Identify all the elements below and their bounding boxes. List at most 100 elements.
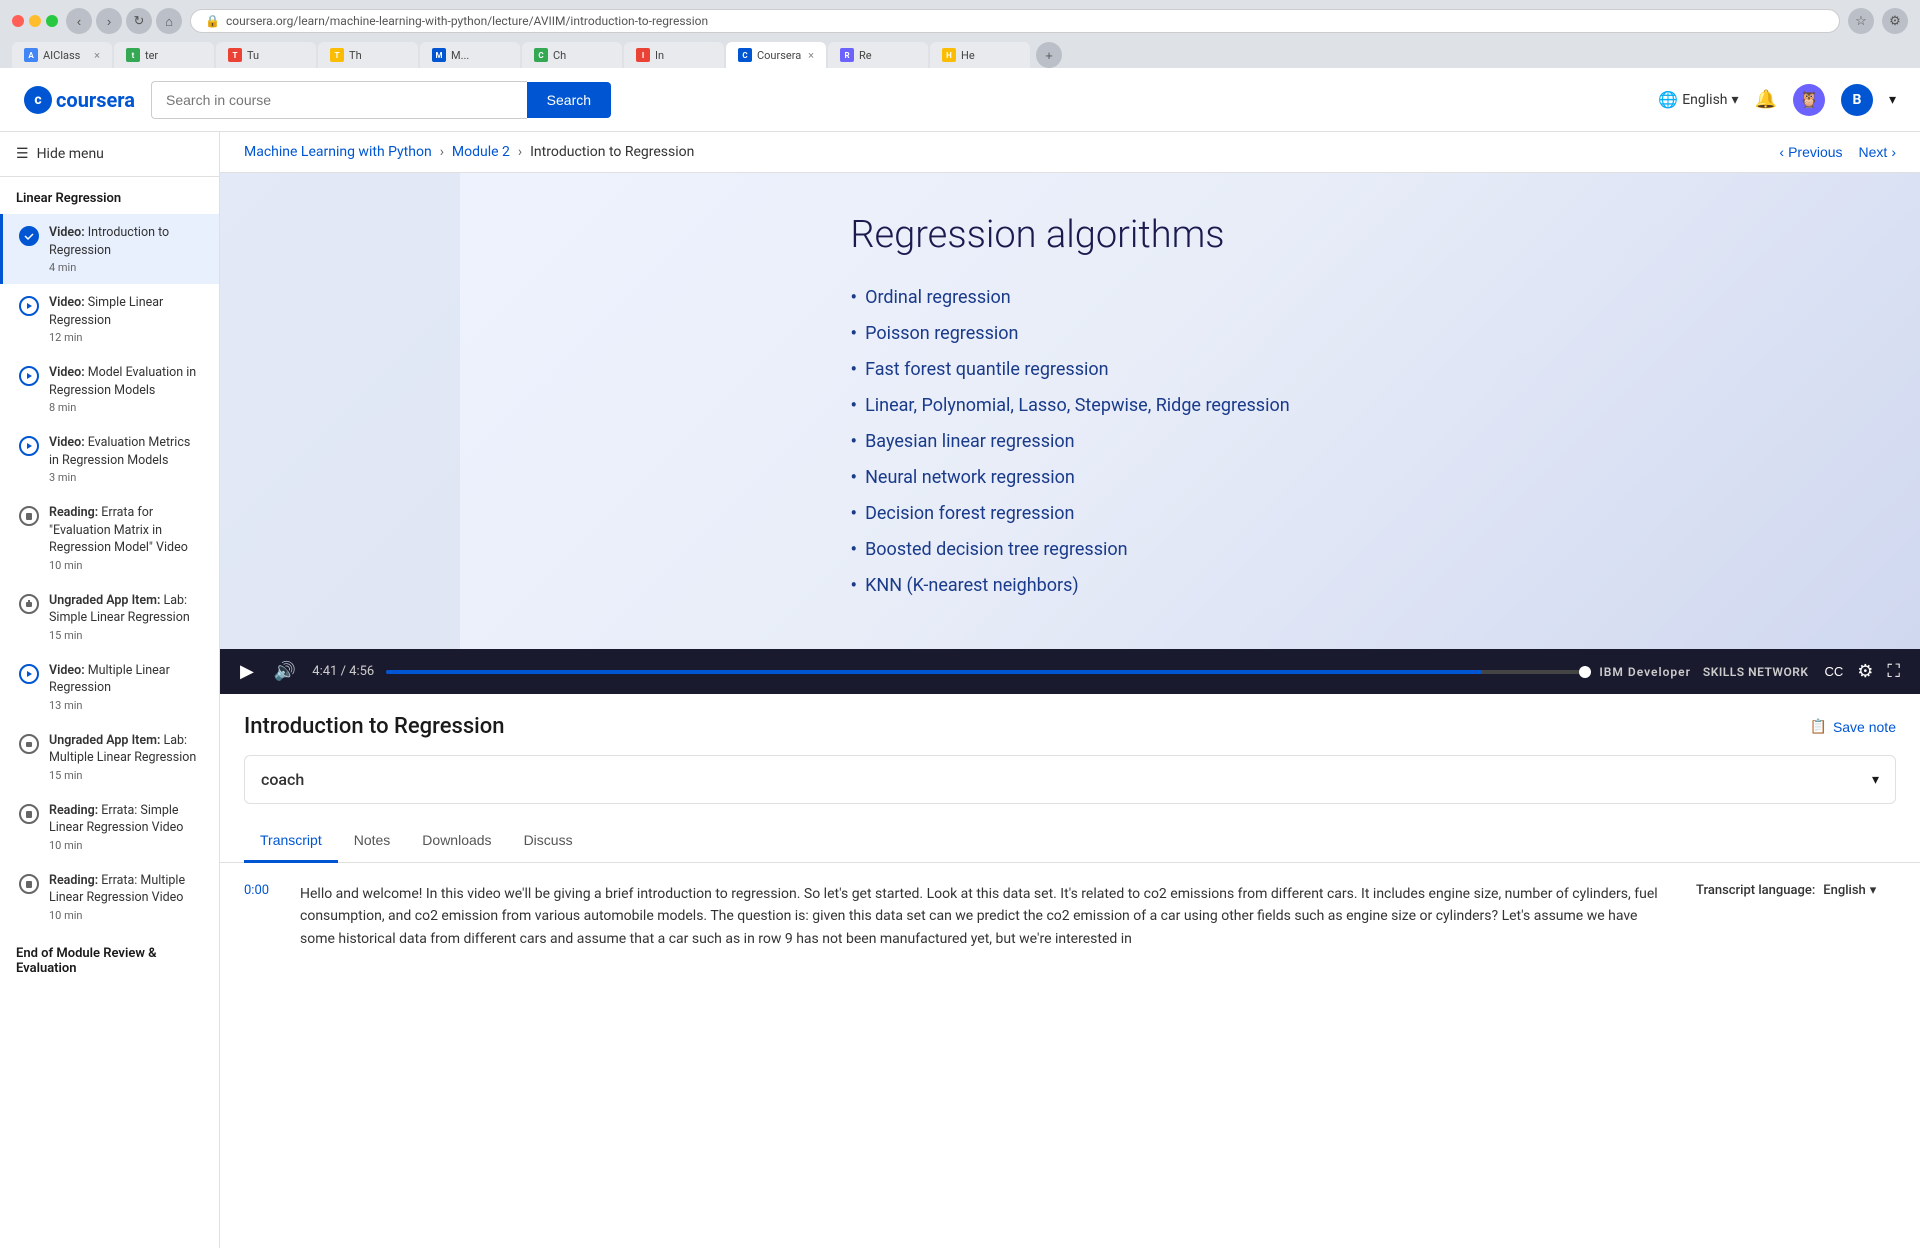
sidebar-item-multiple-linear[interactable]: Video: Multiple Linear Regression 13 min (0, 652, 219, 722)
slide-overlay (220, 173, 460, 649)
sidebar-item-content: Video: Multiple Linear Regression 13 min (49, 662, 203, 712)
sidebar-item-model-evaluation[interactable]: Video: Model Evaluation in Regression Mo… (0, 354, 219, 424)
tab-transcript[interactable]: Transcript (244, 820, 338, 863)
browser-tab-th[interactable]: T Th (318, 42, 418, 68)
sidebar-item-intro-regression[interactable]: Video: Introduction to Regression 4 min (0, 214, 219, 284)
transcript-sidebar: Transcript language: English ▾ (1696, 883, 1896, 958)
breadcrumb-module[interactable]: Module 2 (452, 144, 510, 160)
close-window-button[interactable] (12, 15, 24, 27)
browser-home-button[interactable]: ⌂ (156, 8, 182, 34)
hide-menu-label: Hide menu (37, 146, 104, 162)
browser-tab-in[interactable]: I In (624, 42, 724, 68)
tab-favicon: T (330, 48, 344, 62)
sidebar-item-content: Reading: Errata for "Evaluation Matrix i… (49, 504, 203, 572)
sidebar-item-eval-metrics[interactable]: Video: Evaluation Metrics in Regression … (0, 424, 219, 494)
extensions-button[interactable]: ⚙ (1882, 8, 1908, 34)
sidebar-item-title: Ungraded App Item: Lab: Multiple Linear … (49, 732, 203, 767)
previous-button[interactable]: ‹ Previous (1779, 144, 1842, 160)
transcript-language: Transcript language: English ▾ (1696, 883, 1896, 898)
sidebar-item-duration: 12 min (49, 331, 203, 344)
sidebar-item-lab-simple[interactable]: Ungraded App Item: Lab: Simple Linear Re… (0, 582, 219, 652)
hide-menu-button[interactable]: ☰ Hide menu (0, 132, 219, 177)
address-bar[interactable]: 🔒 coursera.org/learn/machine-learning-wi… (190, 9, 1840, 33)
progress-bar[interactable] (386, 670, 1587, 674)
sidebar-item-title: Video: Model Evaluation in Regression Mo… (49, 364, 203, 399)
tab-favicon: T (228, 48, 242, 62)
tab-downloads[interactable]: Downloads (406, 820, 507, 863)
fullscreen-button[interactable]: ⛶ (1883, 659, 1904, 684)
sidebar-item-content: Reading: Errata: Multiple Linear Regress… (49, 872, 203, 922)
browser-forward-button[interactable]: › (96, 8, 122, 34)
maximize-window-button[interactable] (46, 15, 58, 27)
user-avatar[interactable]: B (1841, 84, 1873, 116)
sidebar-item-content: Video: Simple Linear Regression 12 min (49, 294, 203, 344)
volume-button[interactable]: 🔊 (270, 659, 300, 684)
bookmark-icon: 📋 (1810, 718, 1827, 735)
chevron-down-icon[interactable]: ▾ (1870, 883, 1877, 898)
bookmark-button[interactable]: ☆ (1848, 8, 1874, 34)
browser-tab-tu[interactable]: T Tu (216, 42, 316, 68)
transcript-entry: 0:00 Hello and welcome! In this video we… (244, 883, 1664, 950)
save-note-button[interactable]: 📋 Save note (1810, 718, 1897, 735)
language-selector[interactable]: 🌐 English ▾ (1658, 90, 1738, 109)
sidebar-item-title: Reading: Errata: Simple Linear Regressio… (49, 802, 203, 837)
skills-watermark: SKILLS NETWORK (1703, 665, 1809, 679)
browser-back-button[interactable]: ‹ (66, 8, 92, 34)
tab-discuss[interactable]: Discuss (508, 820, 589, 863)
browser-tab-m[interactable]: M M... (420, 42, 520, 68)
tab-favicon: H (942, 48, 956, 62)
browser-refresh-button[interactable]: ↻ (126, 8, 152, 34)
breadcrumb-course[interactable]: Machine Learning with Python (244, 144, 432, 160)
transcript-time[interactable]: 0:00 (244, 883, 284, 950)
cc-button[interactable]: CC (1820, 659, 1847, 684)
logo-text: coursera (56, 88, 135, 112)
browser-tab-coursera[interactable]: C Coursera × (726, 42, 826, 68)
sidebar-item-title: Reading: Errata for "Evaluation Matrix i… (49, 504, 203, 557)
slide-list-item: Neural network regression (850, 465, 1289, 489)
sidebar-item-content: Ungraded App Item: Lab: Simple Linear Re… (49, 592, 203, 642)
next-button[interactable]: Next › (1859, 144, 1896, 160)
settings-button[interactable]: ⚙ (1853, 659, 1877, 684)
coach-label: coach (261, 770, 304, 789)
tab-notes[interactable]: Notes (338, 820, 407, 863)
reading-icon (19, 506, 39, 526)
chevron-down-icon: ▾ (1732, 92, 1739, 108)
slide-list-item: Linear, Polynomial, Lasso, Stepwise, Rid… (850, 393, 1289, 417)
header-right: 🌐 English ▾ 🔔 🦉 B ▾ (1658, 84, 1896, 116)
browser-tab-hc[interactable]: H He (930, 42, 1030, 68)
browser-tab-aiclass[interactable]: A AIClass × (12, 42, 112, 68)
sidebar-item-title: Ungraded App Item: Lab: Simple Linear Re… (49, 592, 203, 627)
video-title: Introduction to Regression (244, 714, 505, 739)
breadcrumb-nav: ‹ Previous Next › (1779, 144, 1896, 160)
user-menu-chevron[interactable]: ▾ (1889, 92, 1896, 108)
sidebar-item-content: Video: Model Evaluation in Regression Mo… (49, 364, 203, 414)
sidebar-item-errata-multiple[interactable]: Reading: Errata: Multiple Linear Regress… (0, 862, 219, 932)
coach-section[interactable]: coach ▾ (244, 755, 1896, 804)
video-icon (19, 366, 39, 386)
tab-close-icon[interactable]: × (94, 49, 100, 62)
avatar-owl[interactable]: 🦉 (1793, 84, 1825, 116)
sidebar-item-lab-multiple[interactable]: Ungraded App Item: Lab: Multiple Linear … (0, 722, 219, 792)
sidebar-item-errata-simple[interactable]: Reading: Errata: Simple Linear Regressio… (0, 792, 219, 862)
sidebar-section-title: Linear Regression (0, 177, 219, 214)
browser-tab-ch[interactable]: C Ch (522, 42, 622, 68)
browser-nav-buttons: ‹ › ↻ ⌂ (66, 8, 182, 34)
search-input[interactable] (151, 81, 527, 119)
coursera-logo[interactable]: c coursera (24, 86, 135, 114)
browser-tab-re[interactable]: R Re (828, 42, 928, 68)
browser-tab-ter[interactable]: t ter (114, 42, 214, 68)
search-button[interactable]: Search (527, 82, 611, 118)
new-tab-button[interactable]: + (1036, 42, 1062, 68)
slide-list-item: Ordinal regression (850, 285, 1289, 309)
language-label: English (1682, 92, 1727, 108)
sidebar-item-simple-linear[interactable]: Video: Simple Linear Regression 12 min (0, 284, 219, 354)
minimize-window-button[interactable] (29, 15, 41, 27)
sidebar-item-errata-eval[interactable]: Reading: Errata for "Evaluation Matrix i… (0, 494, 219, 582)
tab-close-icon[interactable]: × (808, 49, 814, 62)
notification-button[interactable]: 🔔 (1755, 89, 1777, 110)
video-slide: Regression algorithms Ordinal regression… (220, 173, 1920, 649)
save-note-label: Save note (1833, 719, 1896, 735)
browser-chrome: ‹ › ↻ ⌂ 🔒 coursera.org/learn/machine-lea… (0, 0, 1920, 68)
play-button[interactable]: ▶ (236, 659, 258, 684)
total-time: 4:56 (349, 664, 374, 679)
